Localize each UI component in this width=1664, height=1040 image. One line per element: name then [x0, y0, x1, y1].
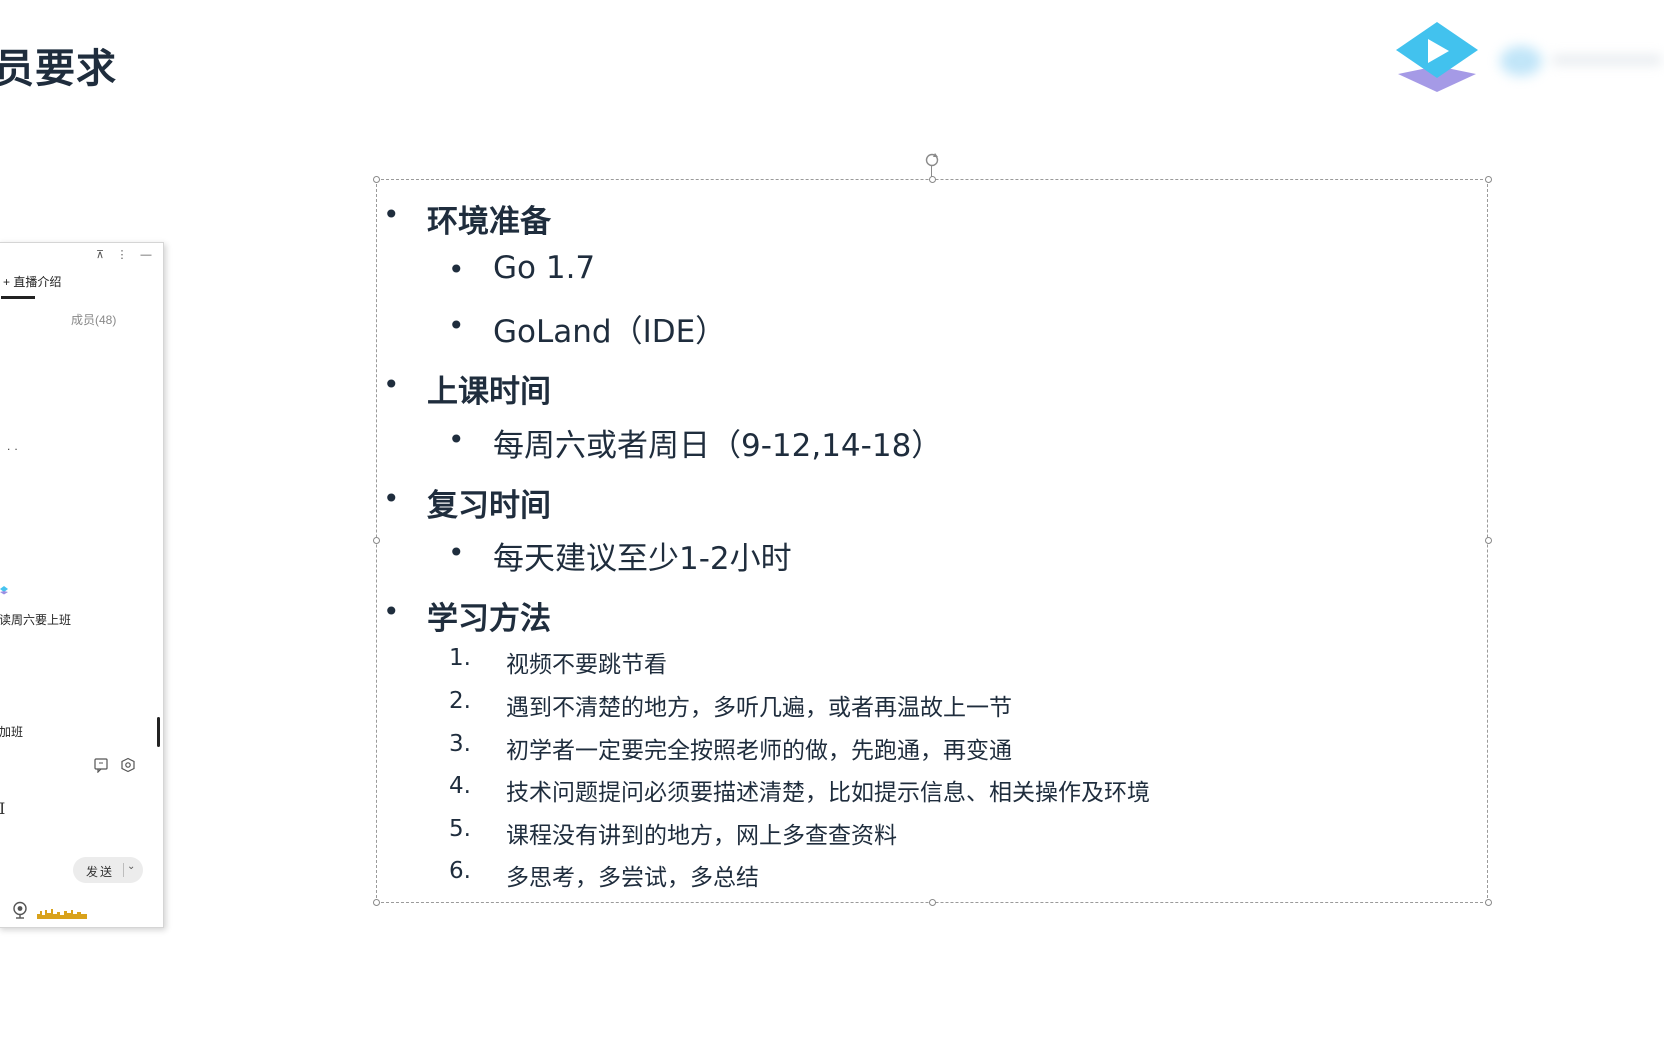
- bullet: •: [383, 368, 400, 401]
- list-number: 4.: [449, 773, 471, 799]
- section-heading: 上课时间: [427, 374, 551, 410]
- numbered-item: 视频不要跳节看: [506, 652, 667, 678]
- pin-icon[interactable]: ⊼: [91, 247, 109, 263]
- resize-handle-bottom[interactable]: [929, 899, 936, 906]
- bullet: •: [448, 253, 465, 286]
- section-heading: 学习方法: [427, 601, 551, 637]
- chat-message: 读周六要上班: [0, 613, 72, 627]
- list-number: 3.: [449, 731, 471, 757]
- section-heading: 环境准备: [427, 204, 551, 240]
- numbered-item: 初学者一定要完全按照老师的做，先跑通，再变通: [506, 738, 1012, 764]
- chevron-down-icon[interactable]: ⌄: [127, 861, 135, 872]
- list-item: Go 1.7: [493, 250, 596, 286]
- tab-underline: [1, 296, 35, 299]
- audio-level-meter: [37, 909, 87, 919]
- more-icon[interactable]: ⋮: [113, 247, 131, 263]
- resize-handle-right[interactable]: [1485, 537, 1492, 544]
- list-number: 5.: [449, 816, 471, 842]
- send-label: 发送: [86, 865, 115, 879]
- list-number: 6.: [449, 858, 471, 884]
- camera-icon[interactable]: [11, 901, 29, 919]
- bullet: •: [383, 482, 400, 515]
- user-badge-icon: [0, 586, 8, 595]
- tab-live-intro[interactable]: + 直播介绍: [3, 273, 61, 290]
- list-number: 1.: [449, 645, 471, 671]
- resize-handle-bottom-left[interactable]: [373, 899, 380, 906]
- minimize-icon[interactable]: —: [137, 247, 155, 263]
- resize-handle-top-left[interactable]: [373, 176, 380, 183]
- bullet: •: [448, 536, 465, 569]
- resize-handle-left[interactable]: [373, 537, 380, 544]
- list-number: 2.: [449, 688, 471, 714]
- resize-handle-top-right[interactable]: [1485, 176, 1492, 183]
- resize-handle-top[interactable]: [929, 176, 936, 183]
- play-logo-icon: [1396, 22, 1478, 92]
- numbered-item: 技术问题提问必须要描述清楚，比如提示信息、相关操作及环境: [506, 780, 1150, 806]
- rotate-handle-icon[interactable]: [924, 152, 940, 168]
- bullet: •: [383, 595, 400, 628]
- bullet: •: [383, 198, 400, 231]
- slide-title: 员要求: [0, 46, 117, 92]
- resize-handle-bottom-right[interactable]: [1485, 899, 1492, 906]
- list-item: 每天建议至少1-2小时: [493, 541, 792, 577]
- numbered-item: 课程没有讲到的地方，网上多查查资料: [506, 823, 897, 849]
- text-input-cursor[interactable]: I: [0, 799, 5, 818]
- members-count[interactable]: 成员(48): [71, 311, 116, 328]
- bullet: •: [448, 309, 465, 342]
- chat-scrollbar[interactable]: [157, 717, 160, 747]
- numbered-item: 遇到不清楚的地方，多听几遍，或者再温故上一节: [506, 695, 1012, 721]
- list-item: GoLand（IDE）: [493, 314, 727, 350]
- hexagon-settings-icon[interactable]: [120, 757, 136, 773]
- message-icon[interactable]: [93, 757, 109, 773]
- numbered-item: 多思考，多尝试，多总结: [506, 865, 759, 891]
- truncated-message: ..: [7, 439, 22, 453]
- live-chat-panel: ⊼ ⋮ — + 直播介绍 成员(48) .. 读周六要上班 加班 I 发送 ⌄: [0, 242, 164, 928]
- chat-message: 加班: [0, 725, 24, 739]
- list-item: 每周六或者周日（9-12,14-18）: [493, 428, 943, 464]
- section-heading: 复习时间: [427, 488, 551, 524]
- bullet: •: [448, 423, 465, 456]
- send-separator: [123, 863, 124, 877]
- send-button[interactable]: 发送 ⌄: [73, 857, 143, 883]
- logo-text-blurred: [1500, 44, 1664, 78]
